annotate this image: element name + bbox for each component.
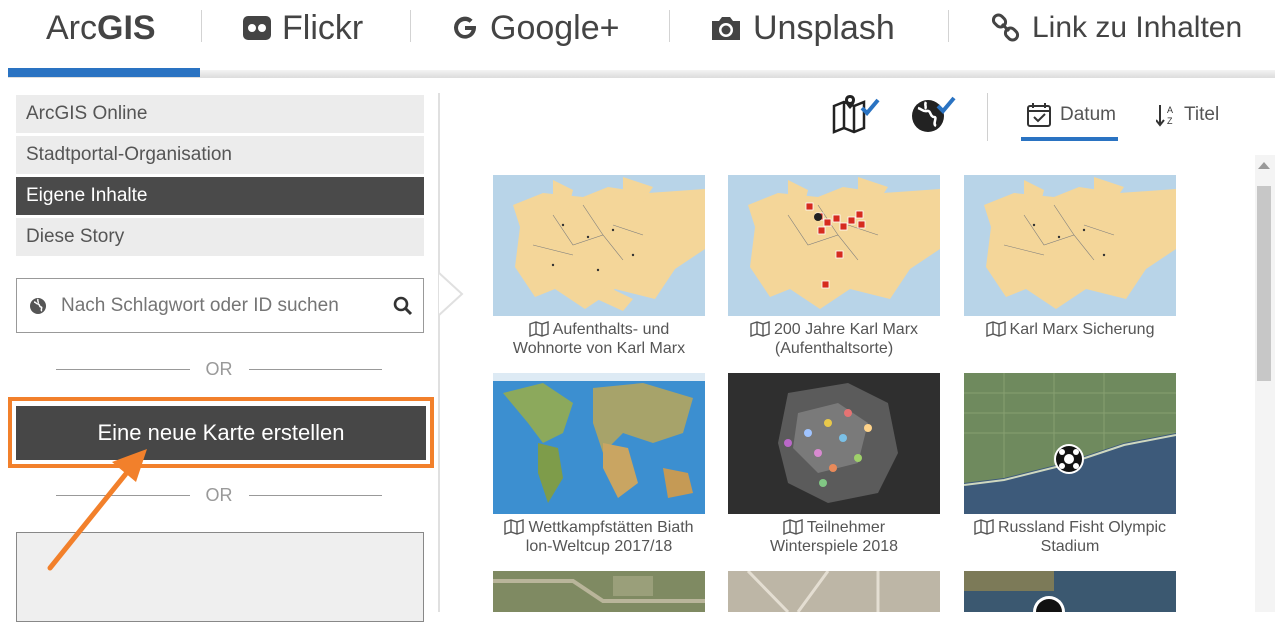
map-icon	[783, 519, 803, 535]
map-card[interactable]	[728, 571, 940, 612]
tab-unsplash[interactable]: Unsplash	[709, 0, 895, 56]
or-divider: OR	[56, 359, 382, 379]
menu-item-arcgis-online[interactable]: ArcGIS Online	[16, 95, 424, 133]
map-icon	[974, 519, 994, 535]
sort-alpha-icon: AZ	[1156, 103, 1176, 127]
map-card[interactable]: 200 Jahre Karl Marx (Aufenthaltsorte)	[728, 175, 940, 358]
camera-icon	[709, 13, 743, 43]
sort-active-indicator	[1021, 137, 1118, 141]
map-icon	[529, 321, 549, 337]
map-thumbnail	[964, 175, 1176, 316]
search-input[interactable]	[59, 293, 363, 318]
map-thumbnail	[728, 373, 940, 514]
map-card[interactable]: Teilnehmer Winterspiele 2018	[728, 373, 940, 556]
scroll-up-arrow[interactable]	[1258, 162, 1270, 169]
svg-text:Z: Z	[1167, 116, 1173, 126]
map-thumbnail	[964, 373, 1176, 514]
flickr-icon	[242, 13, 272, 43]
menu-item-diese-story[interactable]: Diese Story	[16, 218, 424, 256]
sort-title-label: Titel	[1184, 104, 1220, 125]
map-card[interactable]	[964, 571, 1176, 612]
map-thumbnail	[493, 175, 705, 316]
map-icon	[750, 321, 770, 337]
map-card-title: Wettkampfstätten Biath lon-Weltcup 2017/1…	[493, 518, 705, 556]
map-thumbnail	[728, 175, 940, 316]
tab-separator	[201, 10, 202, 42]
map-card[interactable]: Russland Fisht Olympic Stadium	[964, 373, 1176, 556]
tab-google[interactable]: Google+	[450, 0, 620, 56]
tab-flickr-label: Flickr	[282, 8, 364, 47]
drop-area[interactable]	[16, 532, 424, 622]
panel-notch	[438, 272, 464, 316]
map-thumbnail	[964, 571, 1176, 612]
link-icon	[990, 12, 1022, 44]
search-icon[interactable]	[393, 296, 413, 316]
map-card[interactable]: Karl Marx Sicherung	[964, 175, 1176, 339]
active-tab-indicator	[8, 68, 200, 77]
globe-filter-icon[interactable]	[908, 94, 960, 139]
menu-item-stadtportal[interactable]: Stadtportal-Organisation	[16, 136, 424, 174]
map-card[interactable]	[493, 571, 705, 612]
or-divider: OR	[56, 485, 382, 505]
tab-google-label: Google+	[490, 8, 620, 47]
source-tabbar: ArcGIS Flickr Google+ Unsplash Link zu I…	[0, 0, 1275, 78]
calendar-icon	[1026, 102, 1052, 128]
tab-link[interactable]: Link zu Inhalten	[990, 0, 1242, 56]
map-thumbnail	[493, 571, 705, 612]
toolbar-separator	[987, 93, 988, 141]
map-thumbnail	[728, 571, 940, 612]
panel-divider	[438, 93, 440, 612]
sort-by-date[interactable]: Datum	[1026, 100, 1116, 130]
tab-unsplash-label: Unsplash	[753, 8, 895, 47]
google-icon	[450, 13, 480, 43]
map-filter-icon[interactable]	[830, 94, 882, 139]
create-new-map-button[interactable]: Eine neue Karte erstellen	[16, 406, 426, 460]
sort-date-label: Datum	[1060, 104, 1116, 125]
map-icon	[985, 321, 1006, 337]
globe-icon	[29, 297, 47, 315]
tab-separator	[948, 10, 949, 42]
tab-link-label: Link zu Inhalten	[1032, 11, 1243, 44]
map-card-title: Aufenthalts- und Wohnorte von Karl Marx	[512, 321, 686, 357]
map-card-title: Russland Fisht Olympic Stadium	[964, 518, 1176, 556]
map-card[interactable]: Wettkampfstätten Biath lon-Weltcup 2017/1…	[493, 373, 705, 556]
or-label: OR	[205, 484, 233, 505]
menu-item-eigene-inhalte[interactable]: Eigene Inhalte	[16, 177, 424, 215]
map-card-title: 200 Jahre Karl Marx (Aufenthaltsorte)	[728, 320, 940, 358]
map-thumbnail	[493, 373, 705, 514]
map-card-title: Teilnehmer Winterspiele 2018	[769, 519, 899, 555]
map-icon	[504, 519, 525, 535]
tab-flickr[interactable]: Flickr	[242, 0, 363, 56]
sort-by-title[interactable]: AZ Titel	[1156, 100, 1219, 130]
tab-arcgis[interactable]: ArcGIS	[46, 0, 156, 56]
svg-text:A: A	[1167, 105, 1173, 115]
tab-separator	[410, 10, 411, 42]
tab-separator	[669, 10, 670, 42]
map-card-title: Karl Marx Sicherung	[964, 320, 1176, 339]
or-label: OR	[205, 358, 233, 379]
map-card[interactable]: Aufenthalts- und Wohnorte von Karl Marx	[493, 175, 705, 358]
scrollbar-thumb[interactable]	[1257, 186, 1271, 381]
search-box	[16, 278, 424, 333]
tab-arcgis-label: ArcGIS	[46, 8, 156, 47]
